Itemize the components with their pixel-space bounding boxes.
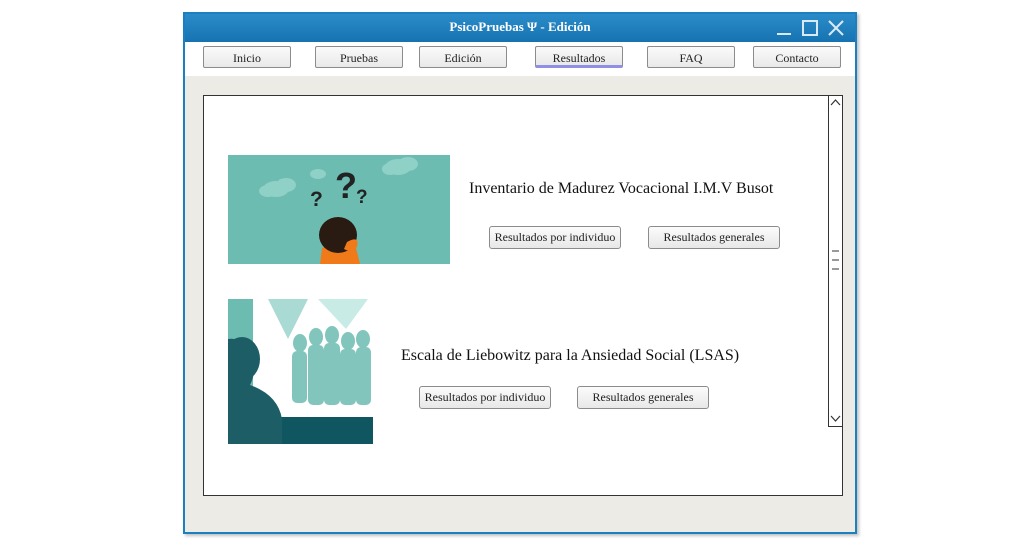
nav-inicio-button[interactable]: Inicio [203, 46, 291, 68]
results-panel: ? ? ? Inventario de Madurez Vocacional I… [203, 95, 843, 496]
lsas-general-results-button[interactable]: Resultados generales [577, 386, 709, 409]
svg-text:?: ? [356, 187, 368, 208]
test-title-imv: Inventario de Madurez Vocacional I.M.V B… [469, 180, 774, 197]
minimize-icon[interactable] [773, 17, 795, 39]
nav-faq-button[interactable]: FAQ [647, 46, 735, 68]
scrollbar-thumb[interactable] [831, 246, 840, 276]
svg-text:?: ? [310, 188, 323, 211]
imv-general-results-button[interactable]: Resultados generales [648, 226, 780, 249]
maximize-icon[interactable] [799, 17, 821, 39]
close-icon[interactable] [825, 17, 847, 39]
window-title: PsicoPruebas Ψ - Edición [449, 19, 591, 34]
nav-resultados-button[interactable]: Resultados [535, 46, 623, 68]
scroll-down-icon[interactable] [830, 414, 841, 423]
vertical-scrollbar[interactable] [828, 95, 843, 427]
social-anxiety-image [228, 299, 373, 444]
scroll-up-icon[interactable] [830, 98, 841, 107]
nav-contacto-button[interactable]: Contacto [753, 46, 841, 68]
test-title-lsas: Escala de Liebowitz para la Ansiedad Soc… [401, 347, 740, 364]
app-window: PsicoPruebas Ψ - Edición Inicio Pruebas … [183, 12, 857, 534]
nav-pruebas-button[interactable]: Pruebas [315, 46, 403, 68]
nav-edicion-button[interactable]: Edición [419, 46, 507, 68]
lsas-individual-results-button[interactable]: Resultados por individuo [419, 386, 551, 409]
svg-text:?: ? [335, 165, 357, 206]
vocational-maturity-image: ? ? ? [228, 155, 450, 264]
nav-bar: Inicio Pruebas Edición Resultados FAQ Co… [185, 42, 855, 76]
title-bar: PsicoPruebas Ψ - Edición [185, 14, 855, 42]
imv-individual-results-button[interactable]: Resultados por individuo [489, 226, 621, 249]
